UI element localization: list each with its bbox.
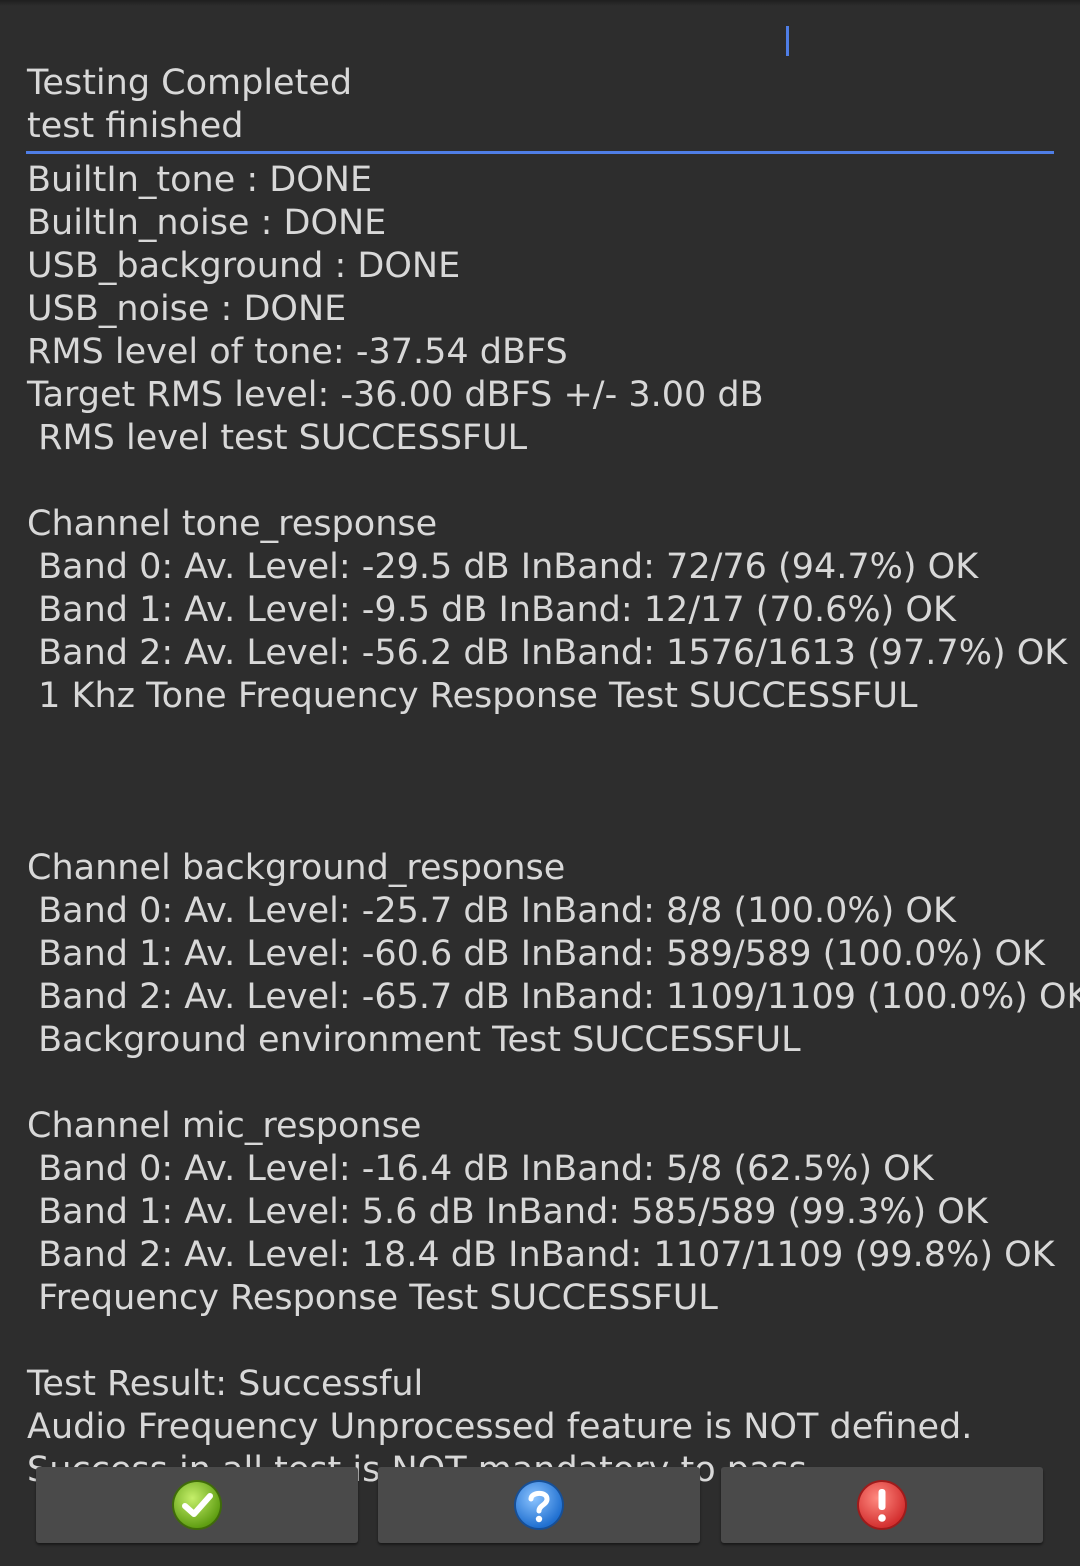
result-line: RMS level of tone: -37.54 dBFS — [27, 332, 568, 372]
result-line: Band 2: Av. Level: -56.2 dB InBand: 1576… — [27, 633, 1068, 673]
result-line: Channel mic_response — [27, 1106, 422, 1146]
result-line: RMS level test SUCCESSFUL — [27, 418, 528, 458]
result-line — [27, 718, 1057, 761]
pass-button[interactable] — [36, 1467, 358, 1543]
exclamation-icon — [855, 1478, 909, 1532]
top-edge-shadow — [0, 0, 1080, 6]
results-log: BuiltIn_tone : DONE BuiltIn_noise : DONE… — [27, 159, 1080, 1492]
result-line: USB_background : DONE — [27, 246, 461, 286]
result-line: Band 0: Av. Level: -29.5 dB InBand: 72/7… — [27, 547, 979, 587]
result-line — [27, 1062, 1057, 1105]
result-line — [27, 1320, 1057, 1363]
test-info-header: Testing Completed test finished — [27, 62, 1055, 148]
result-line — [27, 460, 1057, 503]
verdict-button-bar — [36, 1467, 1044, 1543]
header-divider — [26, 151, 1054, 154]
result-line: Band 1: Av. Level: -9.5 dB InBand: 12/17… — [27, 590, 956, 630]
result-line: Band 0: Av. Level: -16.4 dB InBand: 5/8 … — [27, 1149, 934, 1189]
result-line: Band 1: Av. Level: -60.6 dB InBand: 589/… — [27, 934, 1045, 974]
result-line: Background environment Test SUCCESSFUL — [27, 1020, 801, 1060]
result-line: Band 1: Av. Level: 5.6 dB InBand: 585/58… — [27, 1192, 988, 1232]
fail-button[interactable] — [721, 1467, 1043, 1543]
result-line — [27, 761, 1057, 804]
result-line: Frequency Response Test SUCCESSFUL — [27, 1278, 718, 1318]
result-line: Channel background_response — [27, 848, 566, 888]
result-line — [27, 804, 1057, 847]
result-line: Audio Frequency Unprocessed feature is N… — [27, 1407, 973, 1447]
check-icon — [170, 1478, 224, 1532]
result-line: Band 2: Av. Level: -65.7 dB InBand: 1109… — [27, 977, 1080, 1017]
result-line: Target RMS level: -36.00 dBFS +/- 3.00 d… — [27, 375, 764, 415]
result-line: Band 2: Av. Level: 18.4 dB InBand: 1107/… — [27, 1235, 1055, 1275]
status-subtitle: test finished — [27, 106, 244, 146]
info-button[interactable] — [378, 1467, 700, 1543]
result-line: 1 Khz Tone Frequency Response Test SUCCE… — [27, 676, 918, 716]
result-line: Band 0: Av. Level: -25.7 dB InBand: 8/8 … — [27, 891, 956, 931]
result-line: BuiltIn_tone : DONE — [27, 160, 373, 200]
result-line: Channel tone_response — [27, 504, 438, 544]
result-line: Test Result: Successful — [27, 1364, 424, 1404]
text-cursor — [786, 26, 789, 56]
result-line: USB_noise : DONE — [27, 289, 347, 329]
result-line: BuiltIn_noise : DONE — [27, 203, 387, 243]
status-title: Testing Completed — [27, 63, 353, 103]
question-icon — [512, 1478, 566, 1532]
